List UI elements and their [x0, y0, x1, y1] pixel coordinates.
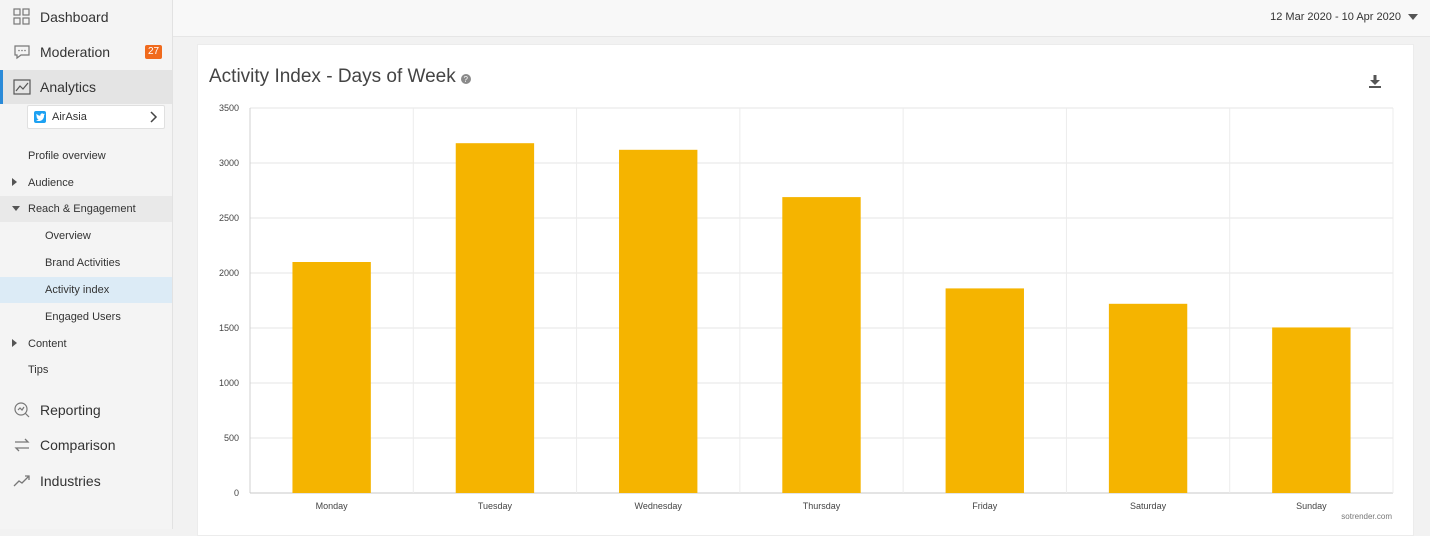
nav-analytics[interactable]: Analytics	[0, 70, 172, 104]
menu-brand-activities-label: Brand Activities	[45, 257, 121, 269]
nav-dashboard-label: Dashboard	[40, 9, 109, 25]
nav-industries-label: Industries	[40, 473, 101, 489]
menu-profile-overview-label: Profile overview	[28, 150, 106, 162]
chevron-right-icon	[148, 111, 158, 126]
menu-reach-engagement[interactable]: Reach & Engagement	[0, 196, 172, 222]
chart-panel: Activity Index - Days of Week ? 0 500 1000…	[197, 44, 1414, 536]
caret-right-icon	[12, 338, 18, 350]
x-tick-label: Thursday	[803, 501, 841, 511]
reporting-icon	[12, 400, 32, 420]
sidebar: Dashboard Moderation 27 Analytics AirAsi…	[0, 0, 173, 529]
menu-overview-label: Overview	[45, 230, 91, 242]
x-tick-label: Friday	[972, 501, 998, 511]
analytics-icon	[12, 77, 32, 97]
menu-audience-label: Audience	[28, 177, 74, 189]
industries-icon	[12, 471, 32, 491]
y-tick-label: 2500	[219, 213, 239, 223]
nav-comparison[interactable]: Comparison	[0, 428, 172, 462]
caret-down-icon	[12, 203, 20, 215]
menu-audience[interactable]: Audience	[0, 170, 172, 196]
y-tick-label: 1500	[219, 323, 239, 333]
bar-thursday[interactable]	[782, 197, 861, 493]
y-tick-label: 3500	[219, 103, 239, 113]
bar-wednesday[interactable]	[619, 149, 698, 494]
comparison-icon	[12, 435, 32, 455]
menu-engaged-users-label: Engaged Users	[45, 311, 121, 323]
profile-name: AirAsia	[52, 111, 87, 123]
nav-dashboard[interactable]: Dashboard	[0, 0, 172, 34]
menu-tips-label: Tips	[28, 364, 49, 376]
nav-moderation[interactable]: Moderation 27	[0, 35, 172, 69]
menu-reach-engagement-label: Reach & Engagement	[28, 203, 136, 215]
menu-engaged-users[interactable]: Engaged Users	[0, 304, 172, 330]
moderation-icon	[12, 42, 32, 62]
bar-friday[interactable]	[945, 288, 1024, 493]
bar-tuesday[interactable]	[455, 143, 535, 493]
date-range-picker[interactable]: 12 Mar 2020 - 10 Apr 2020	[1270, 11, 1418, 23]
bar-sunday[interactable]	[1272, 327, 1351, 493]
menu-brand-activities[interactable]: Brand Activities	[0, 250, 172, 276]
bar-saturday[interactable]	[1108, 303, 1188, 493]
x-tick-label: Tuesday	[478, 501, 513, 511]
nav-comparison-label: Comparison	[40, 437, 116, 453]
moderation-count-badge: 27	[145, 45, 163, 59]
nav-reporting[interactable]: Reporting	[0, 393, 172, 427]
y-tick-label: 1000	[219, 378, 239, 388]
x-tick-label: Monday	[316, 501, 349, 511]
x-tick-label: Sunday	[1296, 501, 1327, 511]
nav-moderation-label: Moderation	[40, 44, 111, 60]
menu-overview[interactable]: Overview	[0, 223, 172, 249]
top-bar: 12 Mar 2020 - 10 Apr 2020	[173, 0, 1430, 37]
y-tick-label: 0	[234, 488, 239, 498]
y-tick-label: 500	[224, 433, 239, 443]
caret-right-icon	[12, 177, 18, 189]
profile-selector[interactable]: AirAsia	[27, 105, 165, 129]
nav-reporting-label: Reporting	[40, 402, 101, 418]
dashboard-icon	[12, 7, 32, 27]
date-range-label: 12 Mar 2020 - 10 Apr 2020	[1270, 11, 1401, 23]
menu-content-label: Content	[28, 338, 67, 350]
chart-credit: sotrender.com	[1341, 512, 1392, 521]
caret-down-icon	[1408, 14, 1418, 20]
menu-content[interactable]: Content	[0, 331, 172, 357]
bar-chart: 0 500 1000 1500 2000 2500 3000 3500 Monday Tuesda…	[219, 103, 1394, 521]
x-tick-label: Saturday	[1130, 501, 1167, 511]
bar-monday[interactable]	[292, 262, 371, 493]
menu-activity-index[interactable]: Activity index	[0, 277, 172, 303]
menu-profile-overview[interactable]: Profile overview	[0, 143, 172, 169]
nav-industries[interactable]: Industries	[0, 464, 172, 498]
menu-activity-index-label: Activity index	[45, 284, 110, 296]
y-tick-label: 3000	[219, 158, 239, 168]
x-tick-label: Wednesday	[635, 501, 683, 511]
y-tick-label: 2000	[219, 268, 239, 278]
nav-analytics-label: Analytics	[40, 79, 97, 95]
menu-tips[interactable]: Tips	[0, 357, 172, 383]
twitter-icon	[34, 111, 46, 123]
